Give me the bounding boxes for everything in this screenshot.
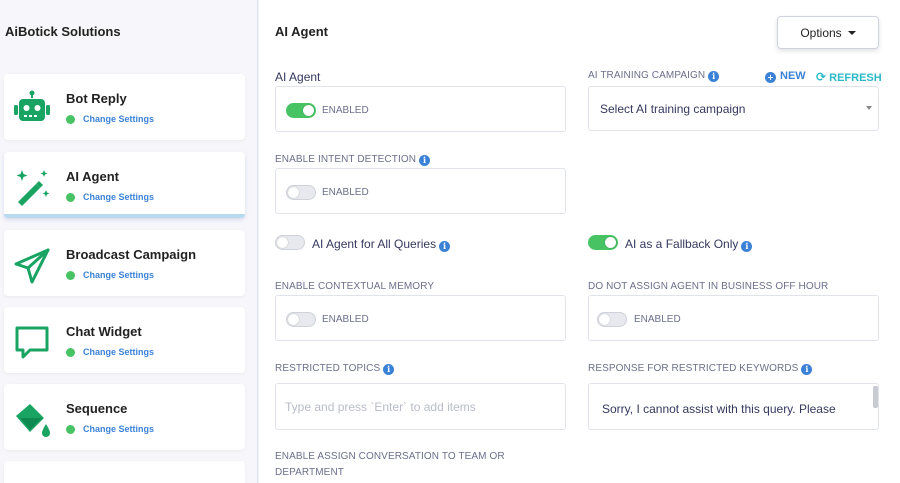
training-campaign-selected: Select AI training campaign bbox=[600, 102, 746, 116]
restricted-topics-label: RESTRICTED TOPICS i bbox=[275, 363, 395, 375]
contextual-memory-label: ENABLE CONTEXTUAL MEMORY bbox=[275, 281, 435, 292]
info-icon[interactable]: i bbox=[383, 364, 395, 375]
refresh-link[interactable]: ⟳ REFRESH bbox=[816, 70, 882, 84]
off-hour-toggle-box: ENABLED bbox=[588, 295, 879, 341]
sidebar-item-partial[interactable] bbox=[4, 461, 245, 483]
off-hour-label: DO NOT ASSIGN AGENT IN BUSINESS OFF HOUR bbox=[588, 281, 829, 292]
restricted-response-text: Sorry, I cannot assist with this query. … bbox=[602, 402, 836, 416]
assign-conversation-label-line2: DEPARTMENT bbox=[275, 467, 344, 478]
sidebar-item-ai-agent[interactable]: AI Agent Change Settings bbox=[4, 152, 245, 218]
fallback-label-text: AI as a Fallback Only bbox=[625, 237, 739, 251]
brand-name: AiBotick Solutions bbox=[5, 24, 121, 39]
intent-detection-toggle[interactable] bbox=[286, 185, 316, 200]
status-dot bbox=[66, 193, 75, 202]
off-hour-toggle[interactable] bbox=[597, 312, 627, 327]
sidebar-item-sequence[interactable]: Sequence Change Settings bbox=[4, 384, 245, 450]
all-queries-label-text: AI Agent for All Queries bbox=[312, 237, 437, 251]
ai-agent-toggle[interactable] bbox=[286, 103, 316, 118]
training-campaign-label-text: AI TRAINING CAMPAIGN bbox=[588, 70, 706, 81]
status-dot bbox=[66, 348, 75, 357]
sidebar: AiBotick Solutions Bot Reply Change Sett… bbox=[0, 0, 258, 483]
info-icon[interactable]: i bbox=[419, 155, 431, 166]
all-queries-toggle[interactable] bbox=[275, 235, 305, 250]
restricted-topics-input[interactable]: Type and press `Enter` to add items bbox=[275, 383, 566, 430]
magic-wand-icon bbox=[16, 170, 50, 206]
sidebar-item-chat-widget[interactable]: Chat Widget Change Settings bbox=[4, 307, 245, 373]
restricted-response-textarea[interactable]: Sorry, I cannot assist with this query. … bbox=[588, 383, 879, 430]
sidebar-item-title: AI Agent bbox=[66, 169, 119, 184]
textarea-scrollbar[interactable] bbox=[873, 386, 878, 408]
ai-agent-toggle-box: ENABLED bbox=[275, 86, 566, 132]
status-dot bbox=[66, 115, 75, 124]
contextual-memory-toggle-label: ENABLED bbox=[322, 314, 369, 325]
training-campaign-label: AI TRAINING CAMPAIGN i bbox=[588, 70, 720, 82]
intent-detection-toggle-label: ENABLED bbox=[322, 187, 369, 198]
new-campaign-link[interactable]: + NEW bbox=[765, 70, 806, 83]
off-hour-toggle-label: ENABLED bbox=[634, 314, 681, 325]
info-icon[interactable]: i bbox=[741, 241, 753, 252]
restricted-topics-label-text: RESTRICTED TOPICS bbox=[275, 363, 381, 374]
restricted-response-label: RESPONSE FOR RESTRICTED KEYWORDS i bbox=[588, 363, 813, 375]
intent-detection-label: ENABLE INTENT DETECTION i bbox=[275, 154, 431, 166]
sidebar-item-broadcast-campaign[interactable]: Broadcast Campaign Change Settings bbox=[4, 230, 245, 296]
sidebar-item-title: Bot Reply bbox=[66, 91, 127, 106]
restricted-topics-placeholder: Type and press `Enter` to add items bbox=[285, 400, 476, 414]
change-settings-link[interactable]: Change Settings bbox=[83, 270, 154, 280]
plus-circle-icon: + bbox=[765, 72, 776, 83]
status-dot bbox=[66, 425, 75, 434]
options-label: Options bbox=[800, 25, 842, 40]
change-settings-link[interactable]: Change Settings bbox=[83, 424, 154, 434]
main-panel: AI Agent Options AI Agent ENABLED AI TRA… bbox=[259, 0, 900, 483]
sidebar-item-title: Chat Widget bbox=[66, 324, 142, 339]
status-dot bbox=[66, 271, 75, 280]
intent-detection-toggle-box: ENABLED bbox=[275, 168, 566, 214]
chat-bubble-icon bbox=[15, 326, 49, 359]
all-queries-label: AI Agent for All Queries i bbox=[312, 237, 451, 252]
paint-bucket-icon bbox=[16, 404, 50, 437]
contextual-memory-toggle-box: ENABLED bbox=[275, 295, 566, 341]
paper-plane-icon bbox=[14, 248, 50, 284]
fallback-toggle[interactable] bbox=[588, 235, 618, 250]
refresh-link-text: REFRESH bbox=[829, 72, 882, 84]
info-icon[interactable]: i bbox=[801, 364, 813, 375]
ai-agent-toggle-label: ENABLED bbox=[322, 105, 369, 116]
training-campaign-select[interactable]: Select AI training campaign bbox=[588, 86, 879, 131]
restricted-response-label-text: RESPONSE FOR RESTRICTED KEYWORDS bbox=[588, 363, 799, 374]
info-icon[interactable]: i bbox=[439, 241, 451, 252]
change-settings-link[interactable]: Change Settings bbox=[83, 192, 154, 202]
caret-down-icon bbox=[847, 30, 856, 35]
sidebar-item-title: Broadcast Campaign bbox=[66, 247, 197, 262]
robot-icon bbox=[14, 90, 50, 121]
contextual-memory-toggle[interactable] bbox=[286, 312, 316, 327]
ai-agent-label: AI Agent bbox=[275, 70, 321, 84]
fallback-label: AI as a Fallback Only i bbox=[625, 237, 753, 252]
assign-conversation-label-line1: ENABLE ASSIGN CONVERSATION TO TEAM OR bbox=[275, 451, 505, 462]
change-settings-link[interactable]: Change Settings bbox=[83, 347, 154, 357]
sidebar-item-title: Sequence bbox=[66, 401, 128, 416]
new-link-text: NEW bbox=[780, 70, 806, 82]
info-icon[interactable]: i bbox=[708, 71, 720, 82]
select-caret-icon bbox=[866, 106, 872, 110]
intent-detection-label-text: ENABLE INTENT DETECTION bbox=[275, 154, 417, 165]
page-title: AI Agent bbox=[275, 24, 328, 39]
sidebar-item-bot-reply[interactable]: Bot Reply Change Settings bbox=[4, 74, 245, 140]
options-dropdown-button[interactable]: Options bbox=[777, 16, 879, 49]
refresh-icon: ⟳ bbox=[816, 70, 827, 84]
change-settings-link[interactable]: Change Settings bbox=[83, 114, 154, 124]
